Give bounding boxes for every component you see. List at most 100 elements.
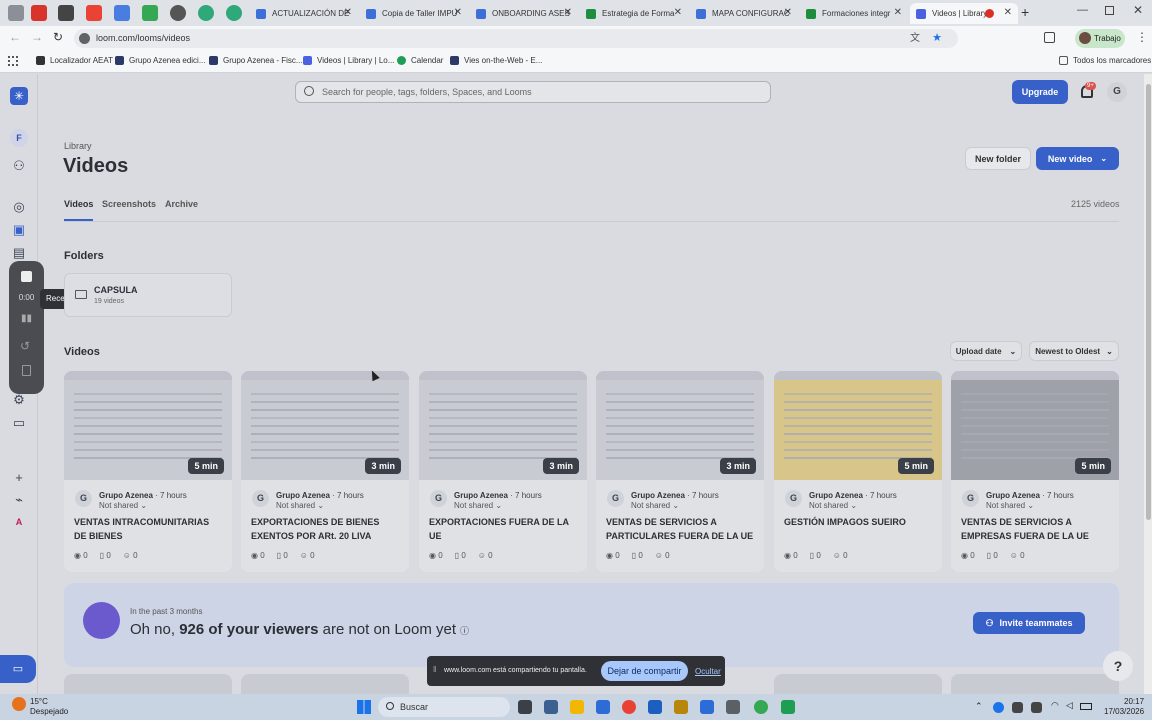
stop-icon[interactable] [21,271,32,282]
browser-tab[interactable]: Estrategia de Forma ✕ [580,3,688,24]
restore-icon[interactable] [1105,6,1114,15]
start-icon[interactable] [357,700,371,714]
more-menu-icon[interactable]: ⋮ [1136,30,1148,44]
app-icon[interactable] [674,700,688,714]
sort-filter[interactable]: Newest to Oldest ⌄ [1029,341,1119,361]
tray-icon[interactable] [1012,702,1023,713]
profile-chip[interactable]: Trabajo [1075,29,1125,48]
site-info-icon[interactable] [79,33,90,44]
outlook-icon[interactable] [648,700,662,714]
pinned-tab[interactable] [198,5,214,21]
video-thumbnail[interactable]: 5 min [64,371,232,480]
video-thumbnail[interactable]: 3 min [419,371,587,480]
folder-card[interactable]: CAPSULA 19 videos [64,273,232,317]
delete-icon[interactable] [22,365,31,376]
calendar-icon[interactable]: ▤ [11,245,27,261]
chrome-icon[interactable] [754,700,768,714]
video-card[interactable]: 3 min G Grupo Azenea · 7 hours Not shared ⌄… [596,371,764,572]
video-card[interactable]: 5 min G Grupo Azenea · 7 hours Not shared ⌄… [951,371,1119,572]
close-tab-icon[interactable]: ✕ [894,7,902,18]
apps-icon[interactable] [8,56,18,66]
pinned-tab[interactable] [170,5,186,21]
video-card[interactable]: 3 min G Grupo Azenea · 7 hours Not shared ⌄… [419,371,587,572]
video-thumbnail[interactable]: 5 min [774,371,942,480]
video-thumbnail[interactable]: 3 min [241,371,409,480]
restart-icon[interactable]: ↺ [20,339,30,353]
search-bar[interactable]: Search for people, tags, folders, Spaces… [295,81,771,103]
translate-icon[interactable]: 文 [910,29,920,48]
new-video-button[interactable]: New video ⌄ [1036,147,1119,170]
bookmark[interactable]: Vies on-the-Web - E... [450,56,542,65]
share-status[interactable]: Not shared ⌄ [809,501,857,510]
taskbar-search[interactable]: Buscar [378,697,510,717]
share-status[interactable]: Not shared ⌄ [986,501,1034,510]
user-avatar[interactable]: G [1107,82,1127,102]
app-icon[interactable] [700,700,714,714]
bookmark-star-icon[interactable]: ★ [932,29,942,48]
bookmark[interactable]: Localizador AEAT [36,56,113,65]
invite-teammates-button[interactable]: ⚇ Invite teammates [973,612,1085,634]
close-window-icon[interactable]: ✕ [1133,3,1143,17]
upload-date-filter[interactable]: Upload date ⌄ [950,341,1022,361]
pinned-tab[interactable] [86,5,102,21]
minimize-icon[interactable]: — [1077,4,1088,16]
share-status[interactable]: Not shared ⌄ [454,501,502,510]
browser-tab[interactable]: ACTUALIZACIÓN DE ✕ [250,3,358,24]
info-icon[interactable]: ⓘ [460,626,469,636]
pause-icon[interactable]: ▮▮ [21,313,32,324]
close-tab-icon[interactable]: ✕ [1004,7,1012,18]
volume-icon[interactable]: ◁ [1066,700,1073,711]
bookmark[interactable]: Grupo Azenea - Fisc... [209,56,303,65]
loom-logo-icon[interactable]: ✳ [10,87,28,105]
bookmark[interactable]: Grupo Azenea edici... [115,56,206,65]
new-folder-button[interactable]: New folder [965,147,1031,170]
library-icon[interactable]: ▣ [11,222,27,238]
workspace-avatar[interactable]: F [10,129,28,147]
profile-icon[interactable]: ◎ [11,199,27,215]
scrollbar-thumb[interactable] [1146,84,1151,520]
browser-tab[interactable]: Copia de Taller IMPU ✕ [360,3,468,24]
battery-icon[interactable] [1080,703,1092,710]
video-title[interactable]: EXPORTACIONES FUERA DE LA UE [429,515,579,543]
all-bookmarks[interactable]: Todos los marcadores [1059,56,1151,65]
weather-icon[interactable] [12,697,26,711]
pinned-tab[interactable] [31,5,47,21]
tray-chevron-icon[interactable]: ⌃ [975,701,983,712]
close-tab-icon[interactable]: ✕ [454,7,462,18]
file-explorer-icon[interactable] [570,700,584,714]
browser-tab[interactable]: MAPA CONFIGURAC ✕ [690,3,798,24]
share-status[interactable]: Not shared ⌄ [276,501,324,510]
bottom-avatar[interactable]: A [12,515,26,529]
close-tab-icon[interactable]: ✕ [784,7,792,18]
chrome-icon[interactable] [622,700,636,714]
integrations-icon[interactable]: ⌁ [11,492,27,508]
video-card[interactable]: 5 min G Grupo Azenea · 7 hours Not shared ⌄… [64,371,232,572]
record-button[interactable]: ▭ [0,655,36,683]
browser-tab[interactable]: ONBOARDING ASES ✕ [470,3,578,24]
tab-archive[interactable]: Archive [165,199,198,209]
video-title[interactable]: VENTAS DE SERVICIOS A PARTICULARES FUERA… [606,515,756,543]
new-tab-button[interactable]: + [1021,4,1029,20]
clock-time[interactable]: 20:17 [1124,697,1144,706]
app-icon[interactable] [544,700,558,714]
video-thumbnail[interactable]: 3 min [596,371,764,480]
video-title[interactable]: GESTIÓN IMPAGOS SUEIRO [784,515,934,529]
video-card[interactable]: 5 min G Grupo Azenea · 7 hours Not shared ⌄… [774,371,942,572]
clock-date[interactable]: 17/03/2026 [1104,707,1144,716]
pinned-tab[interactable] [8,5,24,21]
bookmark[interactable]: Calendar [397,56,443,65]
back-icon[interactable]: ← [9,30,21,44]
pinned-tab[interactable] [58,5,74,21]
tab-screenshots[interactable]: Screenshots [102,199,156,209]
drag-handle-icon[interactable]: ‖ [433,665,436,674]
pinned-tab[interactable] [142,5,158,21]
browser-tab[interactable]: Formaciones integr ✕ [800,3,908,24]
video-title[interactable]: EXPORTACIONES DE BIENES EXENTOS POR ARt.… [251,515,401,543]
close-tab-icon[interactable]: ✕ [344,7,352,18]
tab-videos[interactable]: Videos [64,199,93,209]
hide-link[interactable]: Ocultar [695,667,721,676]
video-title[interactable]: VENTAS DE SERVICIOS A EMPRESAS FUERA DE … [961,515,1111,543]
url-field[interactable]: loom.com/looms/videos 文 ★ [74,29,958,48]
reload-icon[interactable]: ↻ [53,30,63,44]
stop-sharing-button[interactable]: Dejar de compartir [601,661,688,681]
